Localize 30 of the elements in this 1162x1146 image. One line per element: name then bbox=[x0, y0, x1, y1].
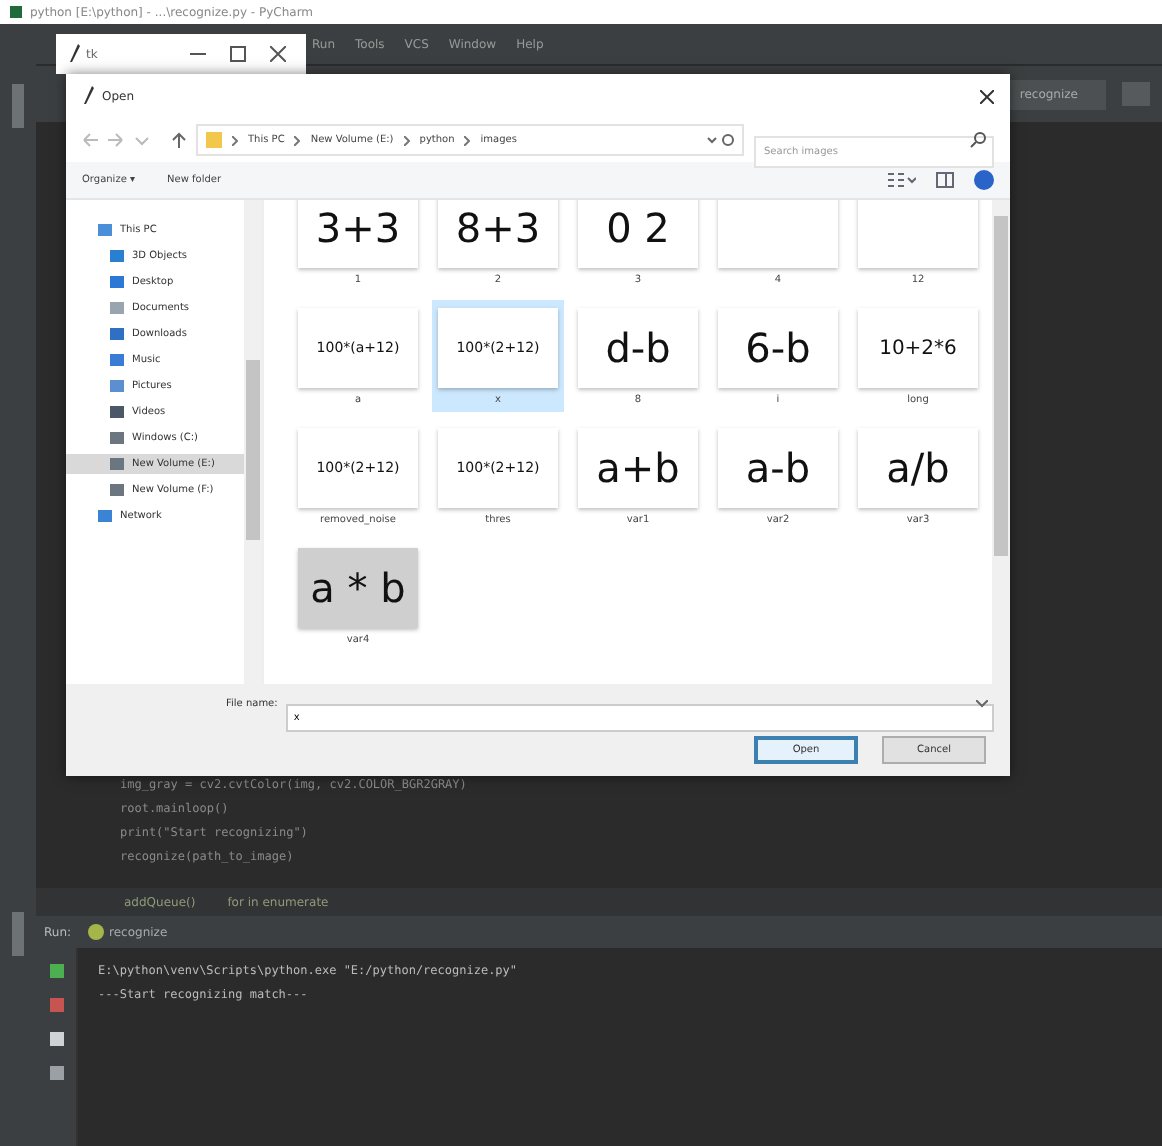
chevron-icon bbox=[464, 135, 471, 145]
image-thumbnail: d-b bbox=[578, 308, 698, 388]
refresh-icon[interactable] bbox=[706, 132, 734, 148]
image-thumbnail: 10+2*6 bbox=[858, 308, 978, 388]
close-icon[interactable] bbox=[980, 89, 994, 103]
dropdown-caret-icon[interactable] bbox=[976, 700, 988, 708]
image-thumbnail: 0 2 bbox=[578, 200, 698, 268]
image-thumbnail: a * b bbox=[298, 548, 418, 628]
app-icon bbox=[10, 6, 22, 18]
chevron-icon bbox=[403, 135, 410, 145]
image-thumbnail: a+b bbox=[578, 428, 698, 508]
help-icon[interactable] bbox=[974, 170, 994, 190]
scrollbar[interactable] bbox=[244, 200, 262, 684]
image-thumbnail: 6-b bbox=[718, 308, 838, 388]
chevron-icon bbox=[232, 135, 238, 145]
image-thumbnail: a/b bbox=[858, 428, 978, 508]
feather-icon bbox=[68, 44, 80, 64]
preview-pane-icon[interactable] bbox=[936, 172, 954, 188]
scrollbar[interactable] bbox=[992, 200, 1010, 684]
close-icon[interactable] bbox=[270, 46, 286, 62]
image-thumbnail: 8+3 bbox=[438, 200, 558, 268]
folder-icon bbox=[206, 132, 222, 148]
image-thumbnail: a-b bbox=[718, 428, 838, 508]
view-options-icon[interactable] bbox=[888, 172, 916, 188]
chevron-icon bbox=[294, 135, 301, 145]
up-arrow-icon[interactable] bbox=[172, 132, 186, 148]
feather-icon bbox=[82, 86, 94, 106]
image-thumbnail: 3+3 bbox=[298, 200, 418, 268]
maximize-icon[interactable] bbox=[230, 46, 246, 62]
search-icon bbox=[970, 132, 986, 148]
